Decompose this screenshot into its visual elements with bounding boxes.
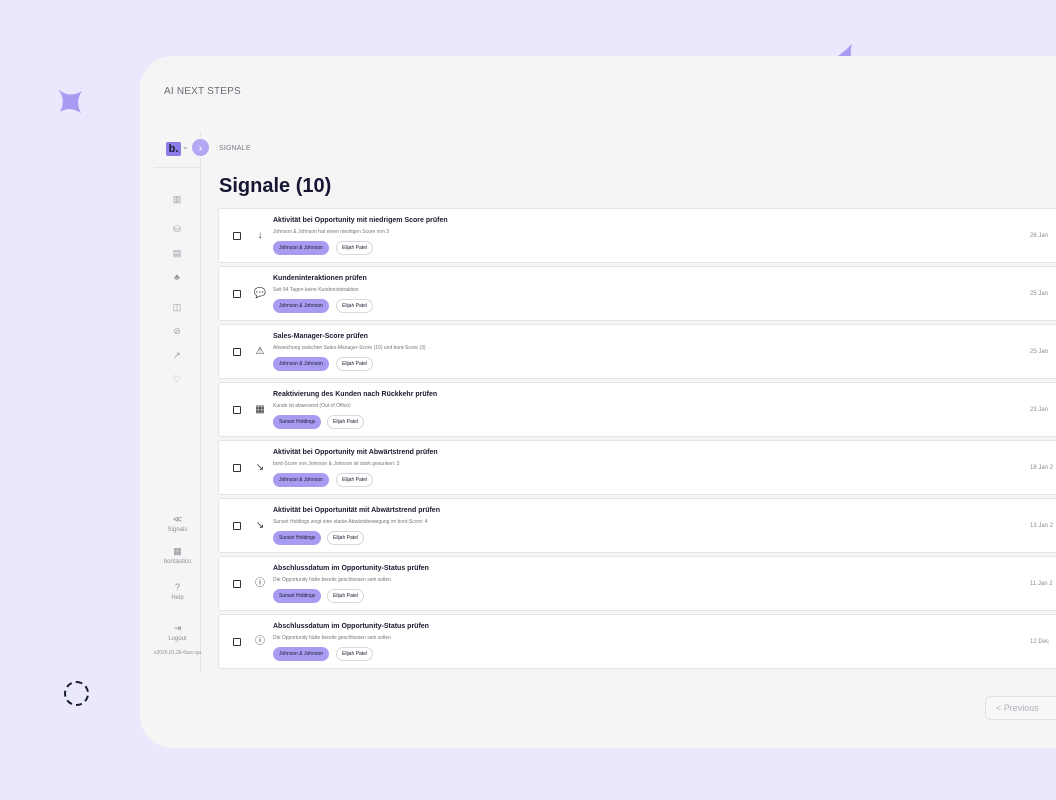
signal-title: Aktivität bei Opportunity mit Abwärtstre… [273, 449, 438, 456]
building-icon: ▦ [255, 404, 265, 415]
person-tag[interactable]: Elijah Patel [336, 473, 374, 487]
info-icon: ⓘ [255, 636, 265, 647]
chart-icon[interactable]: ◫ [170, 300, 184, 314]
signal-title: Kundeninteraktionen prüfen [273, 275, 367, 282]
signal-date: 23 Jan [1030, 407, 1049, 413]
sidebar-item-help[interactable]: ? Help [154, 582, 201, 601]
company-tag[interactable]: Johnson & Johnson [273, 241, 329, 255]
arrow-down-icon: ↓ [257, 230, 263, 241]
trend-down-icon: ↘ [255, 520, 265, 531]
company-tag[interactable]: Sunset Holdings [273, 589, 322, 603]
person-tag[interactable]: Elijah Patel [336, 647, 374, 661]
signal-date: 18 Jan 2 [1030, 465, 1054, 471]
row-checkbox[interactable] [233, 522, 241, 530]
expand-sidebar-button[interactable]: › [190, 137, 211, 158]
row-checkbox[interactable] [233, 290, 241, 298]
signal-row[interactable]: ↘ Aktivität bei Opportunität mit Abwärts… [218, 498, 1056, 553]
info-icon: ⓘ [255, 578, 265, 589]
main-panel: AI NEXT STEPS b. ⌄ › ▥ ⛁ ▤ ♣ ◫ ⊘ ↗ ♡ ≪ S… [140, 56, 1056, 748]
panel-title: AI NEXT STEPS [164, 86, 241, 97]
sidebar-item-signals[interactable]: ≪ Signals [154, 514, 201, 533]
previous-page-button[interactable]: < Previous [985, 696, 1056, 720]
row-checkbox[interactable] [233, 464, 241, 472]
person-tag[interactable]: Elijah Patel [336, 299, 374, 313]
signal-row[interactable]: ⓘ Abschlussdatum im Opportunity-Status p… [218, 556, 1056, 611]
warning-icon: ⚠ [255, 346, 265, 357]
team-icon[interactable]: ♣ [170, 270, 184, 284]
signal-title: Abschlussdatum im Opportunity-Status prü… [273, 623, 429, 630]
sidebar-item-logout[interactable]: ⇥ Logout [154, 623, 201, 642]
version-label: v2026.01.26-6acc-qa [154, 650, 201, 656]
signal-date: 13 Jan 2 [1030, 523, 1054, 529]
divider [154, 167, 201, 168]
signal-date: 11 Jan 2 [1030, 581, 1053, 587]
signal-title: Aktivität bei Opportunity mit niedrigem … [273, 217, 448, 224]
signal-description: Abweichung zwischen Sales-Manager-Score … [273, 345, 426, 351]
signal-title: Aktivität bei Opportunität mit Abwärtstr… [273, 507, 440, 514]
company-tag[interactable]: Sunset Holdings [273, 415, 322, 429]
sidebar: b. ⌄ › ▥ ⛁ ▤ ♣ ◫ ⊘ ↗ ♡ ≪ Signals ▦ bonta… [154, 132, 211, 672]
dashboard-icon[interactable]: ▥ [170, 192, 184, 206]
signal-description: Johnson & Johnson hat einen niedrigen Sc… [273, 229, 389, 235]
page-title: Signale (10) [219, 175, 332, 197]
signal-description: Sunset Holdings zeigt eine starke Abwärt… [273, 519, 428, 525]
database-icon[interactable]: ⛁ [170, 222, 184, 236]
person-tag[interactable]: Elijah Patel [336, 357, 374, 371]
row-checkbox[interactable] [233, 232, 241, 240]
signal-date: 26 Jan [1030, 233, 1049, 239]
analytics-icon[interactable]: ⊘ [170, 324, 184, 338]
signal-description: bont-Score von Johnson & Johnson ist sta… [273, 461, 400, 467]
logout-icon: ⇥ [173, 623, 182, 633]
logo[interactable]: b. [166, 142, 181, 156]
signal-row[interactable]: ⚠ Sales-Manager-Score prüfen Abweichung … [218, 324, 1056, 379]
signal-description: Kunde ist abwesend (Out of Office) [273, 403, 351, 409]
trend-down-icon: ↘ [255, 462, 265, 473]
row-checkbox[interactable] [233, 580, 241, 588]
heart-icon[interactable]: ♡ [170, 372, 184, 386]
company-tag[interactable]: Johnson & Johnson [273, 647, 329, 661]
signal-date: 25 Jan [1030, 291, 1049, 297]
signal-description: Die Opportunity hätte bereits geschlosse… [273, 635, 391, 641]
signal-date: 25 Jan [1030, 349, 1049, 355]
document-icon[interactable]: ▤ [170, 246, 184, 260]
person-tag[interactable]: Elijah Patel [327, 415, 365, 429]
signal-row[interactable]: ↓ Aktivität bei Opportunity mit niedrige… [218, 208, 1056, 263]
signal-row[interactable]: 💬 Kundeninteraktionen prüfen Seit 54 Tag… [218, 266, 1056, 321]
chevron-down-icon[interactable]: ⌄ [182, 142, 189, 151]
signal-row[interactable]: ▦ Reaktivierung des Kunden nach Rückkehr… [218, 382, 1056, 437]
sparkle-icon [58, 89, 82, 113]
signal-description: Die Opportunity hätte bereits geschlosse… [273, 577, 391, 583]
signals-icon: ≪ [172, 514, 183, 524]
company-tag[interactable]: Johnson & Johnson [273, 357, 329, 371]
company-tag[interactable]: Sunset Holdings [273, 531, 322, 545]
signal-description: Seit 54 Tagen keine Kundeninteraktion [273, 287, 359, 293]
row-checkbox[interactable] [233, 348, 241, 356]
company-tag[interactable]: Johnson & Johnson [273, 473, 329, 487]
company-tag[interactable]: Johnson & Johnson [273, 299, 329, 313]
help-icon: ? [174, 582, 180, 592]
signal-title: Abschlussdatum im Opportunity-Status prü… [273, 565, 429, 572]
breadcrumb: SIGNALE [219, 145, 251, 152]
chat-icon: 💬 [253, 288, 267, 299]
row-checkbox[interactable] [233, 638, 241, 646]
sidebar-item-bontastico[interactable]: ▦ bontastico [154, 546, 201, 565]
person-tag[interactable]: Elijah Patel [336, 241, 374, 255]
person-tag[interactable]: Elijah Patel [327, 589, 365, 603]
signal-row[interactable]: ↘ Aktivität bei Opportunity mit Abwärtst… [218, 440, 1056, 495]
signal-title: Sales-Manager-Score prüfen [273, 333, 368, 340]
app-window: b. ⌄ › ▥ ⛁ ▤ ♣ ◫ ⊘ ↗ ♡ ≪ Signals ▦ bonta… [154, 132, 1056, 672]
building-icon: ▦ [173, 546, 182, 556]
row-checkbox[interactable] [233, 406, 241, 414]
trend-icon[interactable]: ↗ [170, 348, 184, 362]
signal-row[interactable]: ⓘ Abschlussdatum im Opportunity-Status p… [218, 614, 1056, 669]
person-tag[interactable]: Elijah Patel [327, 531, 365, 545]
signal-title: Reaktivierung des Kunden nach Rückkehr p… [273, 391, 438, 398]
loading-spinner-icon [64, 681, 89, 706]
signal-date: 12 Dec [1030, 639, 1050, 645]
